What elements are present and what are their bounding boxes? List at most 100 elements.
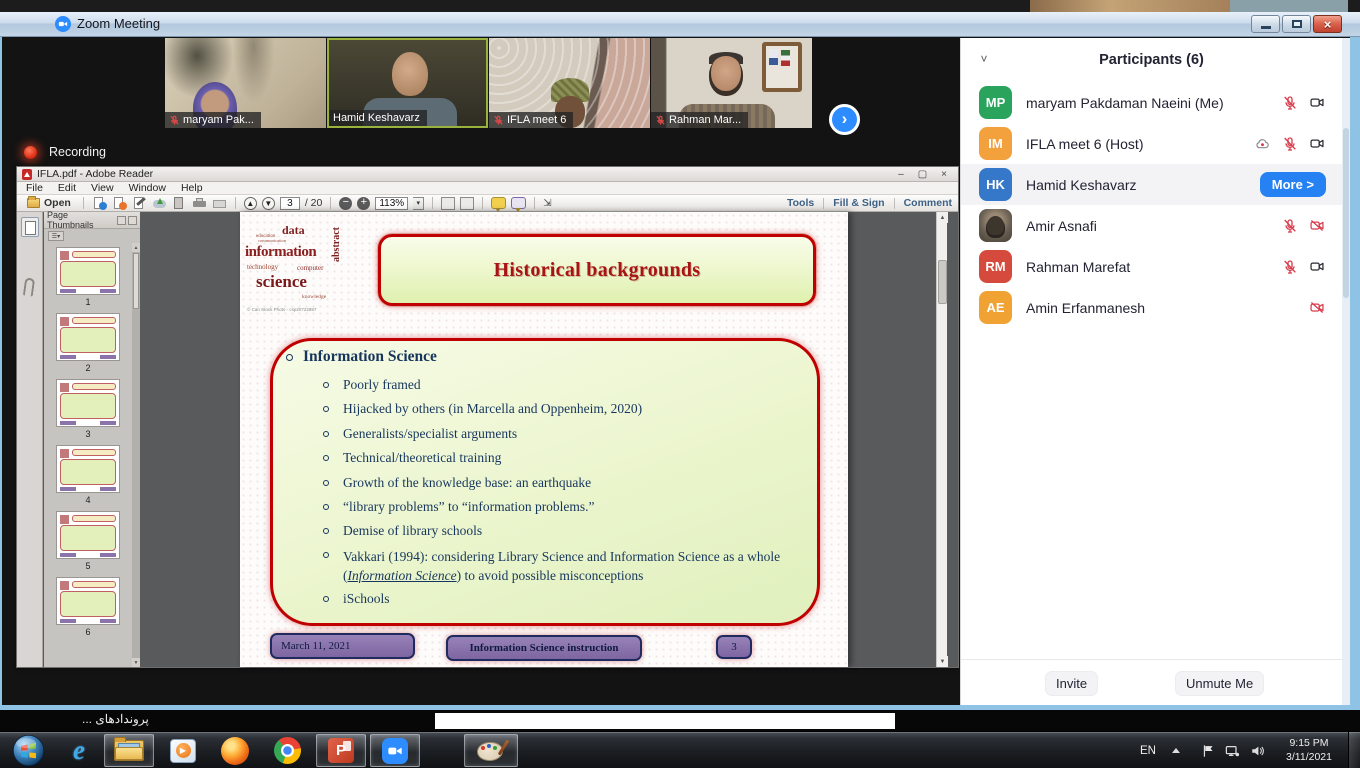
bullet-item: Demise of library schools [323, 519, 809, 543]
taskbar-zoom[interactable] [370, 734, 420, 767]
zoom-in-button[interactable]: + [357, 197, 370, 210]
thumbnails-menu-icon[interactable]: ☰▾ [48, 231, 64, 241]
document-scrollbar[interactable]: ▲▼ [936, 212, 947, 667]
pdf-content-area: Page Thumbnails ☰▾ 1 [17, 212, 958, 667]
menu-view[interactable]: View [91, 182, 114, 194]
desktop-icon-label[interactable]: پروندادهای ... [82, 712, 149, 726]
open-button[interactable]: Open [23, 196, 75, 210]
mic-off-icon [1282, 259, 1298, 275]
video-tile-hamid[interactable]: Hamid Keshavarz [327, 38, 488, 128]
page-thumbnail[interactable]: 4 [56, 445, 120, 505]
chevron-down-icon[interactable]: ˅ [977, 52, 991, 66]
video-tile-rahman[interactable]: Rahman Mar... [651, 38, 812, 128]
page-thumbnail[interactable]: 5 [56, 511, 120, 571]
video-tile-ifla[interactable]: IFLA meet 6 [489, 38, 650, 128]
sign-document-icon[interactable] [132, 197, 147, 210]
pdf-close-button[interactable]: × [941, 169, 947, 180]
taskbar-powerpoint[interactable]: P [316, 734, 366, 767]
menu-window[interactable]: Window [129, 182, 166, 194]
tray-clock[interactable]: 9:15 PM 3/11/2021 [1274, 732, 1344, 768]
fill-sign-tab[interactable]: Fill & Sign [833, 197, 884, 209]
menu-edit[interactable]: Edit [58, 182, 76, 194]
pdf-maximize-button[interactable]: ▢ [918, 169, 927, 180]
send-cloud-icon[interactable] [152, 197, 167, 210]
save-icon[interactable] [172, 197, 187, 210]
hidden-icons-arrow[interactable] [1172, 732, 1180, 768]
maximize-button[interactable] [1282, 15, 1311, 33]
scrollbar-thumb[interactable] [938, 260, 947, 304]
slide-title: Historical backgrounds [494, 259, 701, 282]
more-button[interactable]: More > [1260, 172, 1326, 197]
participant-row-hovered[interactable]: HK Hamid Keshavarz More > [961, 164, 1342, 205]
participant-row[interactable]: Amir Asnafi [961, 205, 1342, 246]
network-icon[interactable] [1222, 732, 1242, 768]
taskbar-windows-explorer[interactable] [104, 734, 154, 767]
minimize-button[interactable] [1251, 15, 1280, 33]
mic-off-icon [655, 115, 666, 126]
page-thumbnail[interactable]: 6 [56, 577, 120, 637]
zoom-level-value[interactable]: 113% [375, 197, 408, 210]
clock-date: 3/11/2021 [1286, 751, 1332, 764]
close-button[interactable]: × [1313, 15, 1342, 33]
pdf-minimize-button[interactable]: – [898, 169, 904, 180]
participants-footer: Invite Unmute Me [961, 659, 1342, 705]
menu-file[interactable]: File [26, 182, 43, 194]
docked-window-bar[interactable] [435, 713, 895, 729]
zoom-meeting-window: Zoom Meeting × maryam Pak... [0, 12, 1360, 710]
participant-row[interactable]: RM Rahman Marefat [961, 246, 1342, 287]
taskbar-internet-explorer[interactable]: e [56, 734, 102, 767]
bullet-item: “library problems” to “information probl… [323, 495, 809, 519]
taskbar-media-player[interactable]: ▶ [160, 734, 206, 767]
pdf-titlebar[interactable]: IFLA.pdf - Adobe Reader – ▢ × [17, 167, 958, 182]
fullscreen-icon[interactable]: ⇲ [543, 198, 551, 209]
print-icon[interactable] [192, 197, 207, 210]
scrolling-view-icon[interactable] [441, 197, 455, 210]
video-name-label: maryam Pak... [165, 112, 261, 128]
next-page-button[interactable]: ▼ [262, 197, 275, 210]
page-number-input[interactable]: 3 [280, 197, 300, 210]
email-icon[interactable] [212, 197, 227, 210]
slide-footer-date: March 11, 2021 [270, 633, 415, 659]
panel-options-icon[interactable] [117, 216, 126, 225]
show-desktop-button[interactable] [1348, 732, 1360, 768]
page-thumbnail-current[interactable]: 3 [56, 379, 120, 439]
menu-help[interactable]: Help [181, 182, 203, 194]
start-button[interactable] [6, 734, 50, 767]
unmute-me-button[interactable]: Unmute Me [1175, 671, 1264, 696]
taskbar-firefox[interactable] [212, 734, 258, 767]
participant-row[interactable]: AE Amin Erfanmanesh [961, 287, 1342, 328]
participant-row[interactable]: MP maryam Pakdaman Naeini (Me) [961, 82, 1342, 123]
fit-page-icon[interactable] [460, 197, 474, 210]
page-thumbnails-tab-icon[interactable] [21, 217, 39, 237]
language-indicator[interactable]: EN [1136, 732, 1160, 768]
taskbar-paint[interactable] [464, 734, 518, 767]
next-videos-arrow-button[interactable]: › [829, 104, 860, 135]
taskbar-chrome[interactable] [264, 734, 310, 767]
attachments-paperclip-icon[interactable] [23, 277, 35, 296]
comment-bubble-icon[interactable] [491, 197, 506, 209]
zoom-out-button[interactable]: − [339, 197, 352, 210]
participant-row[interactable]: IM IFLA meet 6 (Host) [961, 123, 1342, 164]
convert-file-icon[interactable] [112, 197, 127, 210]
panel-collapse-icon[interactable] [128, 216, 137, 225]
page-thumbnail[interactable]: 2 [56, 313, 120, 373]
desktop-strip: پروندادهای ... [0, 710, 1360, 731]
pdf-page[interactable]: education data communication information… [240, 212, 848, 667]
tools-tab[interactable]: Tools [787, 197, 814, 209]
annotate-bubble-icon[interactable] [511, 197, 526, 209]
share-file-icon[interactable] [92, 197, 107, 210]
zoom-titlebar[interactable]: Zoom Meeting × [0, 12, 1360, 37]
zoom-dropdown-button[interactable]: ▾ [413, 197, 424, 210]
thumbnails-scrollbar[interactable]: ▲▼ [132, 243, 140, 667]
page-thumbnail[interactable]: 1 [56, 247, 120, 307]
invite-button[interactable]: Invite [1045, 671, 1098, 696]
room-flag [769, 49, 778, 65]
volume-icon[interactable] [1247, 732, 1267, 768]
action-center-flag-icon[interactable] [1198, 732, 1218, 768]
slide-title-box: Historical backgrounds [378, 234, 816, 306]
video-tile-maryam[interactable]: maryam Pak... [165, 38, 326, 128]
previous-page-button[interactable]: ▲ [244, 197, 257, 210]
comment-tab[interactable]: Comment [904, 197, 952, 209]
avatar: HK [979, 168, 1012, 201]
participants-scrollbar[interactable] [1342, 38, 1350, 705]
